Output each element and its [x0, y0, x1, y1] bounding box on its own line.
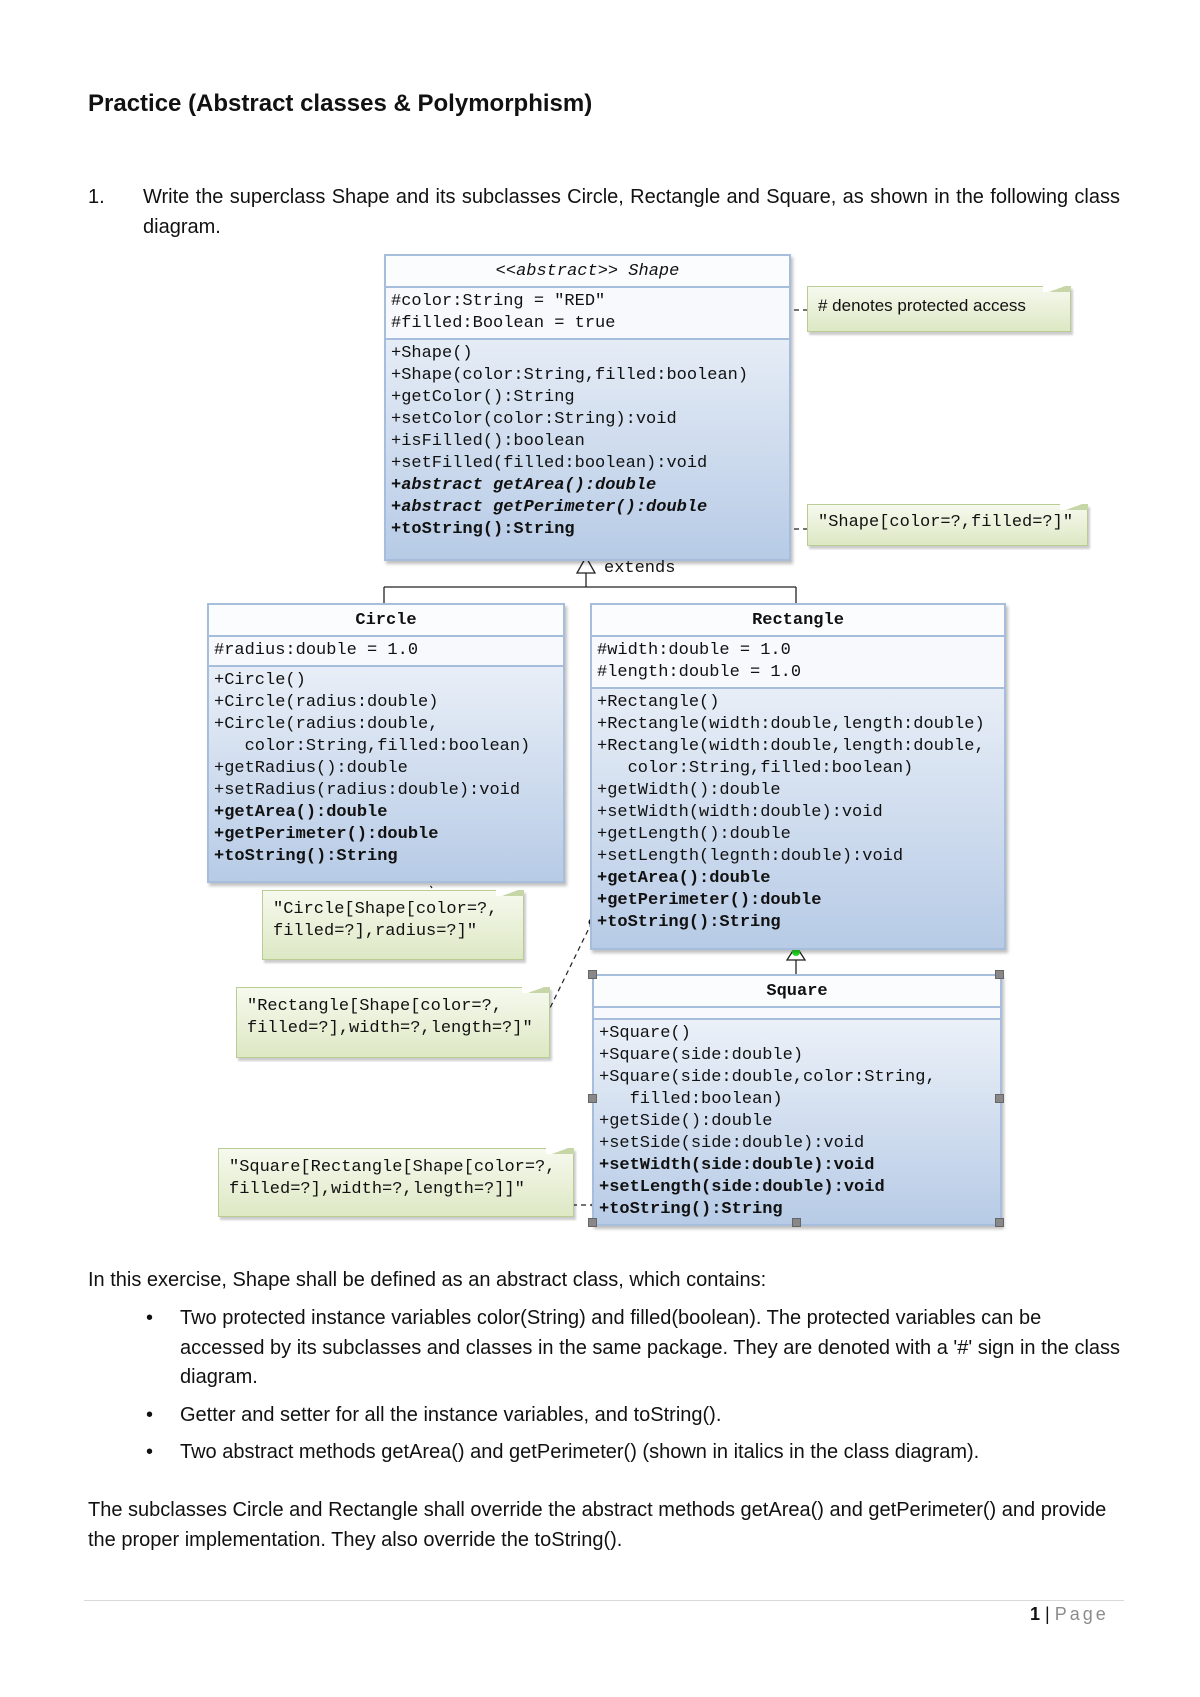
class-method: +getLength():double — [597, 825, 791, 844]
class-method: +setLength(legnth:double):void — [597, 847, 904, 866]
class-method: +Rectangle() — [597, 693, 720, 712]
class-attributes: #color:String = "RED" #filled:Boolean = t… — [386, 288, 789, 340]
note-shape-tostring: "Shape[color=?,filled=?]" — [807, 504, 1088, 546]
extends-label: extends — [604, 559, 676, 578]
class-method: +Rectangle(width:double,length:double, — [597, 737, 985, 756]
class-method: +setFilled(filled:boolean):void — [391, 454, 708, 473]
class-method: +setWidth(width:double):void — [597, 803, 883, 822]
outro-text: The subclasses Circle and Rectangle shal… — [88, 1499, 1107, 1551]
class-name: Rectangle — [592, 605, 1004, 637]
class-attributes: #radius:double = 1.0 — [209, 637, 563, 667]
class-method: +setWidth(side:double):void — [599, 1156, 875, 1175]
resize-handle[interactable] — [588, 1218, 597, 1227]
class-rectangle: Rectangle #width:double = 1.0 #length:dou… — [590, 603, 1006, 950]
class-circle: Circle #radius:double = 1.0 +Circle() +Ci… — [207, 603, 565, 883]
class-method: +getPerimeter():double — [597, 891, 822, 910]
class-method: +abstract getPerimeter():double — [391, 498, 708, 517]
class-attribute: #width:double = 1.0 — [597, 641, 791, 660]
resize-handle[interactable] — [588, 1094, 597, 1103]
page-number: 1 | Page — [1030, 1604, 1109, 1624]
resize-handle[interactable] — [588, 970, 597, 979]
class-method: +getColor():String — [391, 388, 575, 407]
intro-text: In this exercise, Shape shall be defined… — [88, 1269, 767, 1291]
class-method: color:String,filled:boolean) — [214, 737, 531, 756]
class-method: +toString():String — [391, 520, 575, 539]
note-rectangle-tostring: "Rectangle[Shape[color=?, filled=?],widt… — [236, 987, 550, 1058]
class-method: +Shape(color:String,filled:boolean) — [391, 366, 749, 385]
bullet-item: • Two protected instance variables color(… — [146, 1304, 1120, 1393]
class-method: +Square(side:double,color:String, — [599, 1068, 936, 1087]
class-method: +getArea():double — [214, 803, 388, 822]
class-method: color:String,filled:boolean) — [597, 759, 914, 778]
class-attribute: #color:String = "RED" — [391, 292, 606, 311]
class-method: +toString():String — [597, 913, 781, 932]
bullet-icon: • — [146, 1441, 154, 1463]
class-method: +setColor(color:String):void — [391, 410, 677, 429]
class-name: Shape — [628, 262, 680, 281]
class-methods: +Rectangle() +Rectangle(width:double,leng… — [592, 689, 1004, 948]
bullet-item: • Two abstract methods getArea() and getP… — [146, 1438, 1120, 1468]
note-link — [549, 921, 593, 1009]
class-method: +getWidth():double — [597, 781, 781, 800]
class-method: +getRadius():double — [214, 759, 408, 778]
class-methods: +Square() +Square(side:double) +Square(sid… — [594, 1020, 1000, 1224]
class-method: +Shape() — [391, 344, 473, 363]
class-methods: +Circle() +Circle(radius:double) +Circle(r… — [209, 667, 563, 881]
note-circle-tostring: "Circle[Shape[color=?, filled=?],radius=… — [262, 890, 524, 960]
class-method: filled:boolean) — [599, 1090, 783, 1109]
class-method: +setSide(side:double):void — [599, 1134, 865, 1153]
class-method: +setRadius(radius:double):void — [214, 781, 521, 800]
class-method: +setLength(side:double):void — [599, 1178, 885, 1197]
bullet-icon: • — [146, 1404, 154, 1426]
class-attribute: #radius:double = 1.0 — [214, 641, 419, 660]
class-attributes — [594, 1008, 1000, 1020]
class-attribute: #filled:Boolean = true — [391, 314, 616, 333]
class-method: +Square(side:double) — [599, 1046, 804, 1065]
class-method: +abstract getArea():double — [391, 476, 657, 495]
class-method: +Circle(radius:double, — [214, 715, 439, 734]
resize-handle[interactable] — [792, 1218, 801, 1227]
class-name: Circle — [209, 605, 563, 637]
class-square[interactable]: Square +Square() +Square(side:double) +Squ… — [592, 974, 1002, 1226]
class-stereotype: <<abstract>> — [495, 262, 619, 281]
note-protected: # denotes protected access — [807, 286, 1071, 332]
footer-divider — [84, 1600, 1124, 1601]
class-method: +getArea():double — [597, 869, 771, 888]
resize-handle[interactable] — [995, 1094, 1004, 1103]
class-method: +Circle(radius:double) — [214, 693, 439, 712]
class-method: +Rectangle(width:double,length:double) — [597, 715, 985, 734]
class-methods: +Shape() +Shape(color:String,filled:boole… — [386, 340, 789, 559]
bullet-icon: • — [146, 1307, 154, 1329]
class-method: +isFilled():boolean — [391, 432, 585, 451]
class-attributes: #width:double = 1.0 #length:double = 1.0 — [592, 637, 1004, 689]
class-method: +Square() — [599, 1024, 691, 1043]
class-method: +Circle() — [214, 671, 306, 690]
bullet-item: • Getter and setter for all the instance … — [146, 1401, 1120, 1431]
resize-handle[interactable] — [995, 970, 1004, 979]
class-attribute: #length:double = 1.0 — [597, 663, 802, 682]
class-shape: <<abstract>> Shape #color:String = "RED"… — [384, 254, 791, 561]
class-name: Square — [594, 976, 1000, 1008]
class-method: +getSide():double — [599, 1112, 773, 1131]
resize-handle[interactable] — [995, 1218, 1004, 1227]
note-square-tostring: "Square[Rectangle[Shape[color=?, filled=… — [218, 1148, 574, 1217]
class-method: +getPerimeter():double — [214, 825, 439, 844]
class-method: +toString():String — [214, 847, 398, 866]
